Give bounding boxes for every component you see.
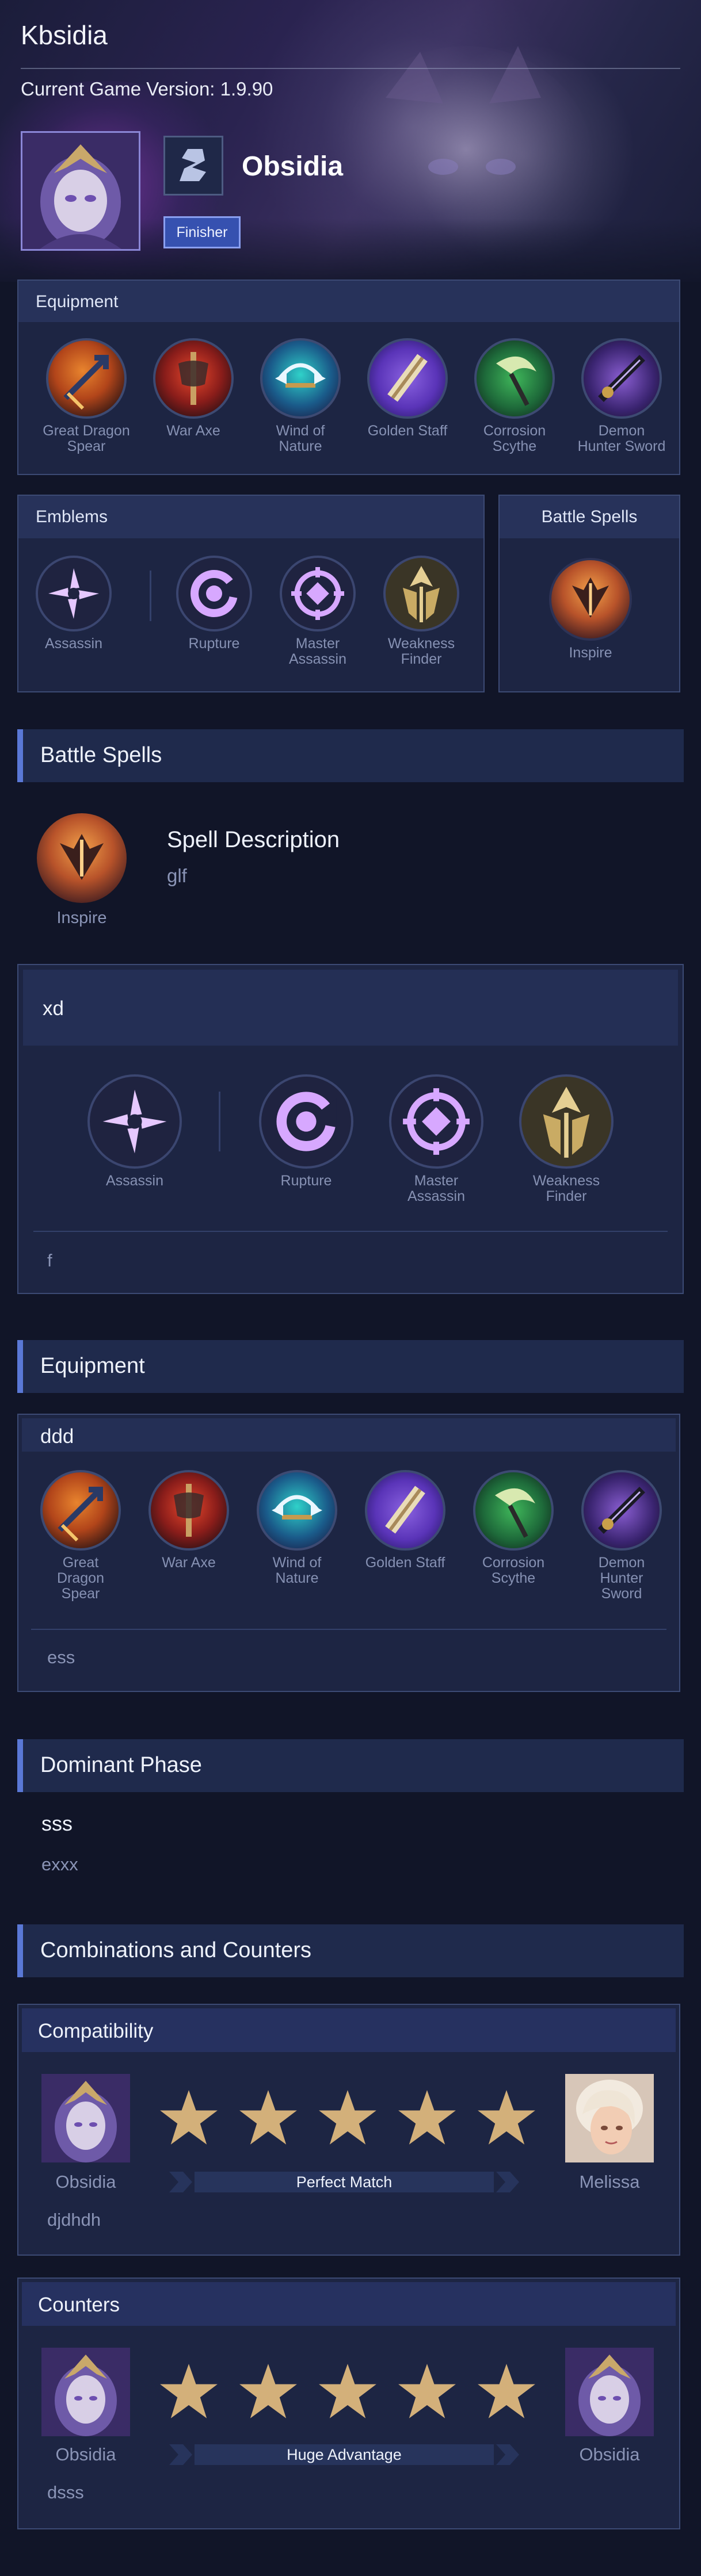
section-combos: Combinations and Counters (17, 1924, 684, 1977)
dominant-phase-title: sss (41, 1812, 73, 1835)
item-corrosion-scythe-build[interactable]: Corrosion Scythe (468, 1470, 558, 1586)
hero-portrait (21, 131, 140, 251)
title-divider (21, 68, 680, 69)
item-wind-of-nature-build[interactable]: Wind of Nature (252, 1470, 342, 1586)
item-demon-hunter-sword-build[interactable]: Demon Hunter Sword (577, 1470, 666, 1602)
item-war-axe-build[interactable]: War Axe (144, 1470, 234, 1571)
emblems-card: Emblems Assassin Rupture Master Assassin… (17, 495, 485, 692)
equipment-card: Equipment Great Dragon Spear War Axe Win… (17, 280, 680, 475)
talent-master-assassin[interactable]: Master Assassin (273, 556, 363, 667)
rating-star-icon (239, 2090, 297, 2145)
battle-spell-card: Battle Spells Inspire (498, 495, 680, 692)
hero-role-tag: Finisher (163, 216, 241, 248)
equipment-build-note: ess (47, 1647, 75, 1667)
hero-name: Obsidia (242, 151, 344, 182)
counters-title: Counters (38, 2294, 120, 2316)
compat-right-name: Melissa (579, 2172, 640, 2192)
chevron-left-icon (169, 2444, 192, 2465)
spell-inspire-large[interactable]: Inspire (37, 813, 127, 928)
section-battle-spells-title: Battle Spells (40, 743, 162, 767)
item-golden-staff-build[interactable]: Golden Staff (360, 1470, 450, 1571)
counter-note: dsss (47, 2482, 84, 2502)
hero-banner: Kbsidia Current Game Version: 1.9.90 Obs… (0, 0, 701, 282)
talent-rupture[interactable]: Rupture (169, 556, 259, 652)
item-great-dragon-spear[interactable]: Great Dragon Spear (41, 338, 131, 454)
counter-right-name: Obsidia (579, 2444, 640, 2464)
emblem-build-title: xd (43, 997, 64, 1020)
rating-star-icon (319, 2090, 376, 2145)
dominant-phase-text: exxx (41, 1854, 78, 1874)
rating-star-icon (239, 2364, 297, 2418)
equipment-build-title: ddd (40, 1425, 74, 1448)
rating-star-icon (319, 2364, 376, 2418)
site-title: Kbsidia (21, 20, 108, 50)
counter-left-portrait[interactable] (41, 2348, 130, 2436)
compat-right-portrait[interactable] (565, 2074, 654, 2162)
talent-master-assassin-build[interactable]: Master Assassin (386, 1074, 487, 1204)
talent-weakness-finder-build[interactable]: Weakness Finder (516, 1074, 617, 1204)
battle-spell-card-title: Battle Spells (541, 507, 638, 526)
item-demon-hunter-sword[interactable]: Demon Hunter Sword (577, 338, 666, 454)
spell-description-text: glf (167, 865, 187, 886)
section-dominant-phase: Dominant Phase (17, 1739, 684, 1792)
chevron-right-icon (496, 2444, 519, 2465)
item-wind-of-nature[interactable]: Wind of Nature (256, 338, 345, 454)
emblem-assassin[interactable]: Assassin (29, 556, 119, 652)
talent-rupture-build[interactable]: Rupture (256, 1074, 357, 1189)
rating-star-icon (160, 2090, 218, 2145)
item-golden-staff[interactable]: Golden Staff (363, 338, 452, 439)
section-combos-title: Combinations and Counters (40, 1938, 312, 1962)
rating-star-icon (478, 2364, 535, 2418)
compat-note: djdhdh (47, 2210, 101, 2230)
item-war-axe[interactable]: War Axe (148, 338, 238, 439)
item-corrosion-scythe[interactable]: Corrosion Scythe (470, 338, 559, 454)
rating-star-icon (398, 2364, 456, 2418)
assassin-role-icon (163, 136, 223, 196)
item-great-dragon-spear-build[interactable]: Great Dragon Spear (36, 1470, 125, 1602)
compat-left-name: Obsidia (55, 2172, 116, 2192)
section-dominant-phase-title: Dominant Phase (40, 1753, 202, 1777)
chevron-left-icon (169, 2172, 192, 2192)
emblem-build-card: xd Assassin Rupture Master Assassin Weak… (17, 964, 684, 1294)
rating-star-icon (398, 2090, 456, 2145)
section-equipment: Equipment (17, 1340, 684, 1393)
spell-description-title: Spell Description (167, 827, 340, 852)
equipment-build-card: ddd Great Dragon Spear War Axe Wind of N… (17, 1414, 680, 1692)
compatibility-card: Compatibility Obsidia Perfect Match Meli… (17, 2004, 680, 2256)
compat-left-portrait[interactable] (41, 2074, 130, 2162)
counter-rating-label: Huge Advantage (195, 2444, 494, 2465)
section-equipment-title: Equipment (40, 1354, 145, 1378)
emblems-card-title: Emblems (36, 507, 108, 526)
counters-card: Counters Obsidia Huge Advantage Obsidia … (17, 2278, 680, 2529)
rating-star-icon (478, 2090, 535, 2145)
counter-right-portrait[interactable] (565, 2348, 654, 2436)
counter-left-name: Obsidia (55, 2444, 116, 2464)
emblem-assassin-build[interactable]: Assassin (84, 1074, 185, 1189)
spell-inspire[interactable]: Inspire (546, 558, 635, 661)
section-battle-spells: Battle Spells (17, 729, 684, 782)
rating-star-icon (160, 2364, 218, 2418)
compatibility-title: Compatibility (38, 2020, 154, 2042)
game-version: Current Game Version: 1.9.90 (21, 78, 273, 99)
compat-rating-label: Perfect Match (195, 2172, 494, 2192)
equipment-card-title: Equipment (36, 292, 119, 311)
emblem-build-note: f (47, 1250, 52, 1270)
chevron-right-icon (496, 2172, 519, 2192)
talent-weakness-finder[interactable]: Weakness Finder (376, 556, 466, 667)
